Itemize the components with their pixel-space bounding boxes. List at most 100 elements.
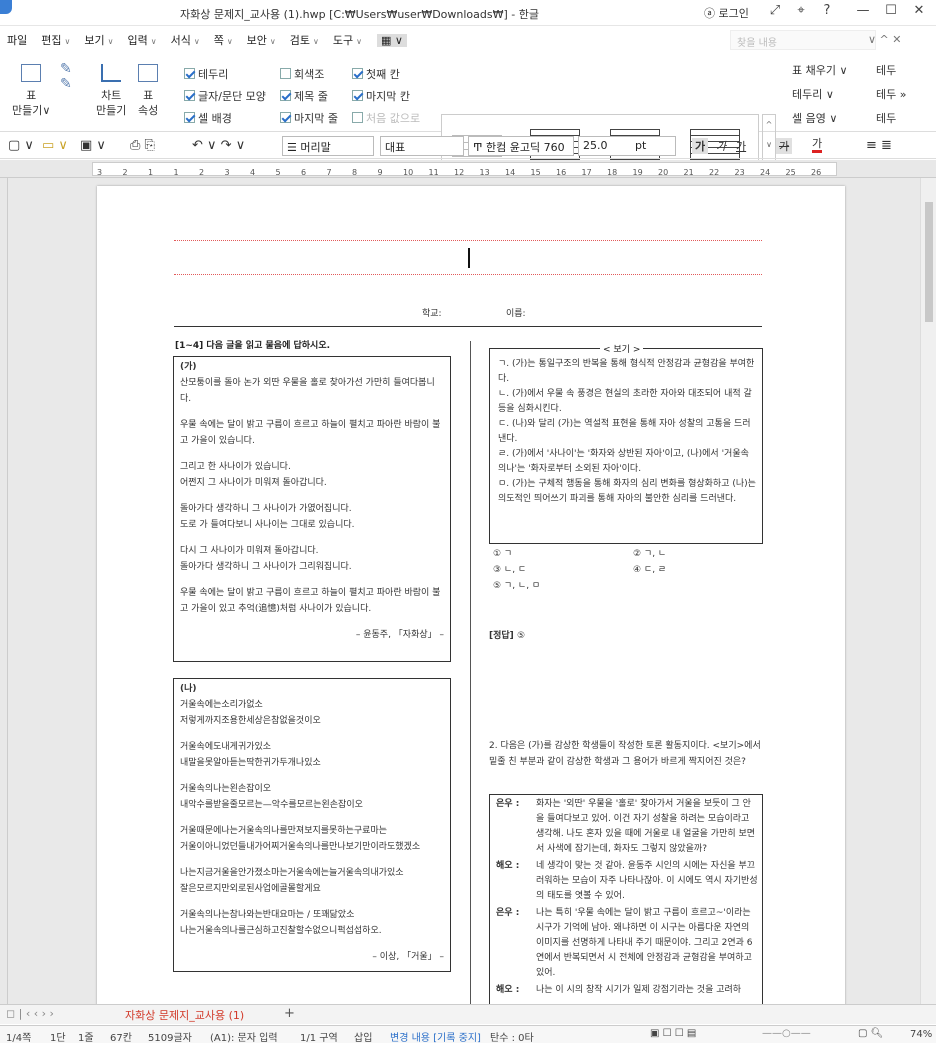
pin-icon[interactable]: ⌖ — [790, 3, 812, 18]
checkbox[interactable] — [280, 112, 291, 123]
choice-option[interactable]: ① ㄱ — [493, 546, 633, 562]
checkbox[interactable] — [184, 90, 195, 101]
choice-option[interactable]: ③ ㄴ, ㄷ — [493, 562, 633, 578]
menu-1[interactable]: 편집 ∨ — [34, 32, 77, 48]
checkbox[interactable] — [352, 112, 363, 123]
cell-shade-button[interactable]: 셀 음영 ∨ — [792, 110, 837, 126]
dialog-speaker: 은우 : — [496, 799, 520, 809]
strike-button[interactable]: 가 — [776, 138, 793, 154]
vertical-scrollbar[interactable] — [920, 178, 936, 1004]
na-stanza: 나는지금거울을안가졌소마는거울속에는늘거울속의내가있소 잘은모르지만외로된사업에골… — [180, 868, 404, 894]
scrollbar-thumb[interactable] — [925, 202, 933, 322]
check-6[interactable]: 셀 배경 — [184, 110, 232, 126]
border-button-2[interactable]: 테두 » — [876, 86, 906, 102]
checkbox[interactable] — [184, 68, 195, 79]
dialog-speaker: 은우 : — [496, 908, 520, 918]
menu-2[interactable]: 보기 ∨ — [77, 32, 120, 48]
check-label: 테두리 — [198, 68, 229, 81]
bogi-item: ㄷ. (나)와 달리 (가)는 역설적 표현을 통해 자아 성찰의 고통을 드러… — [498, 419, 751, 444]
ruler-tick: 23 — [734, 168, 745, 177]
font-select[interactable]: Ͳ 한컴 윤고딕 760 — [468, 136, 574, 156]
window-title: 자화상 문제지_교사용 (1).hwp [C:₩Users₩user₩Downl… — [180, 8, 539, 21]
status-item: 삽입 — [354, 1033, 373, 1043]
menu-6[interactable]: 보안 ∨ — [240, 32, 283, 48]
header-area[interactable]: 학교: 이름: — [174, 240, 762, 327]
border-dropdown[interactable]: 테두리 ∨ — [792, 86, 834, 102]
italic-button[interactable]: 가 — [716, 138, 726, 154]
chevron-down-icon: ∨ — [64, 37, 71, 46]
check-4[interactable]: 제목 줄 — [280, 88, 328, 104]
menu-8[interactable]: 도구 ∨ — [326, 32, 369, 48]
chevron-down-icon: ∨ — [313, 37, 319, 46]
checkbox[interactable] — [280, 68, 291, 79]
check-5[interactable]: 마지막 칸 — [352, 88, 410, 104]
check-label: 마지막 줄 — [294, 112, 338, 125]
para-select[interactable]: 대표 — [380, 136, 464, 156]
ruler-tick: 3 — [224, 168, 230, 177]
maximize-button[interactable]: ☐ — [880, 3, 902, 18]
new-doc-icon[interactable]: ▢ ∨ — [8, 138, 34, 153]
document-page[interactable]: 학교: 이름: [1~4] 다음 글을 읽고 물음에 답하시오. (가) 산모퉁… — [97, 186, 845, 1004]
check-3[interactable]: 글자/문단 모양 — [184, 88, 266, 104]
table-fill-button[interactable]: 표 채우기 ∨ — [792, 62, 848, 78]
tab-document[interactable]: 자화상 문제지_교사용 (1) — [125, 1007, 244, 1023]
horizontal-ruler[interactable]: 3 2 1 1 2 3 4 5 6 7 8 9 10 11 12 13 14 15 16 17 18 19 20 21 22 23… — [0, 160, 936, 178]
check-7[interactable]: 마지막 줄 — [280, 110, 338, 126]
menu-0[interactable]: 파일 — [0, 32, 34, 48]
close-button[interactable]: ✕ — [908, 3, 930, 18]
bold-button[interactable]: 가 — [692, 138, 709, 154]
minimize-button[interactable]: — — [852, 3, 874, 18]
font-size-input[interactable]: 25.0 pt — [578, 136, 676, 156]
checkbox[interactable] — [352, 68, 363, 79]
checkbox[interactable] — [352, 90, 363, 101]
border-button-1[interactable]: 테두 — [876, 62, 896, 78]
document-canvas[interactable]: 학교: 이름: [1~4] 다음 글을 읽고 물음에 답하시오. (가) 산모퉁… — [8, 178, 920, 1004]
search-input[interactable]: 찾을 내용 — [730, 30, 876, 50]
help-icon[interactable]: ? — [816, 3, 838, 18]
ruler-tick: 11 — [428, 168, 439, 177]
login-button[interactable]: ⓐ 로그인 — [704, 5, 749, 21]
undo-icon[interactable]: ↶ ∨ ↷ ∨ — [192, 138, 245, 153]
choice-option[interactable]: ⑤ ㄱ, ㄴ, ㅁ — [493, 578, 633, 594]
checkbox[interactable] — [280, 90, 291, 101]
menu-7[interactable]: 검토 ∨ — [283, 32, 326, 48]
underline-button[interactable]: 가 — [736, 138, 746, 154]
hwp-logo-icon — [0, 0, 12, 14]
border-button-3[interactable]: 테두 — [876, 110, 896, 126]
document-tabs: ◻ | ‹ ‹ › › 자화상 문제지_교사용 (1) + — [0, 1004, 936, 1024]
open-folder-icon[interactable]: ▭ ∨ — [42, 138, 68, 153]
table-prop-button[interactable]: 표 속성 — [138, 64, 158, 118]
choice-option[interactable]: ④ ㄷ, ㄹ — [633, 562, 763, 578]
zoom-icon[interactable]: ▢ 🔍︎ — [858, 1028, 883, 1039]
vertical-ruler[interactable] — [0, 178, 8, 1004]
menu-label: 쪽 — [213, 34, 224, 47]
menu-5[interactable]: 쪽 ∨ — [207, 32, 240, 48]
table-make-button[interactable]: 표 만들기∨ — [12, 64, 50, 118]
check-0[interactable]: 테두리 — [184, 66, 228, 82]
expand-icon[interactable]: ⤢ — [764, 3, 786, 18]
choice-option[interactable]: ② ㄱ, ㄴ — [633, 546, 763, 562]
ribbon-collapse-icon[interactable]: ∨ ^ ✕ — [868, 33, 901, 46]
zoom-slider[interactable]: ——○—— — [762, 1028, 811, 1039]
menu-4[interactable]: 서식 ∨ — [164, 32, 207, 48]
save-icon[interactable]: ▣ ∨ — [80, 138, 106, 153]
status-bar: 1/4쪽 1단 1줄 67칸 5109글자 (A1): 문자 입력 1/1 구역 삽입 변경 내… — [0, 1025, 936, 1043]
table-style-toggle-icon[interactable]: ▦ ∨ — [377, 33, 407, 47]
font-color-button[interactable]: 가 — [812, 138, 823, 153]
chart-make-button[interactable]: 차트 만들기 — [96, 64, 126, 118]
print-icon[interactable]: ⎙ ⎘ — [130, 138, 155, 153]
add-tab-icon[interactable]: + — [284, 1006, 295, 1021]
dialog-line: 은우 : 나는 특히 '우물 속에는 달이 밝고 구름이 흐르고~'이라는 시구가… — [496, 906, 758, 981]
menu-3[interactable]: 입력 ∨ — [120, 32, 163, 48]
style-select[interactable]: ☰ 머리말 — [282, 136, 374, 156]
name-label: 이름: — [506, 309, 526, 319]
check-1[interactable]: 회색조 — [280, 66, 324, 82]
table-edit-icon[interactable]: ✎ ✎ — [60, 62, 72, 92]
align-icon[interactable]: ≡ ≣ — [866, 138, 892, 153]
check-2[interactable]: 첫째 칸 — [352, 66, 400, 82]
ruler-tick: 26 — [811, 168, 822, 177]
check-8[interactable]: 처음 값으로 — [352, 110, 420, 126]
view-mode-icons[interactable]: ▣ ☐ ☐ ▤ — [650, 1028, 696, 1039]
checkbox[interactable] — [184, 112, 195, 123]
tab-nav-icons[interactable]: ◻ | ‹ ‹ › › — [6, 1007, 54, 1020]
